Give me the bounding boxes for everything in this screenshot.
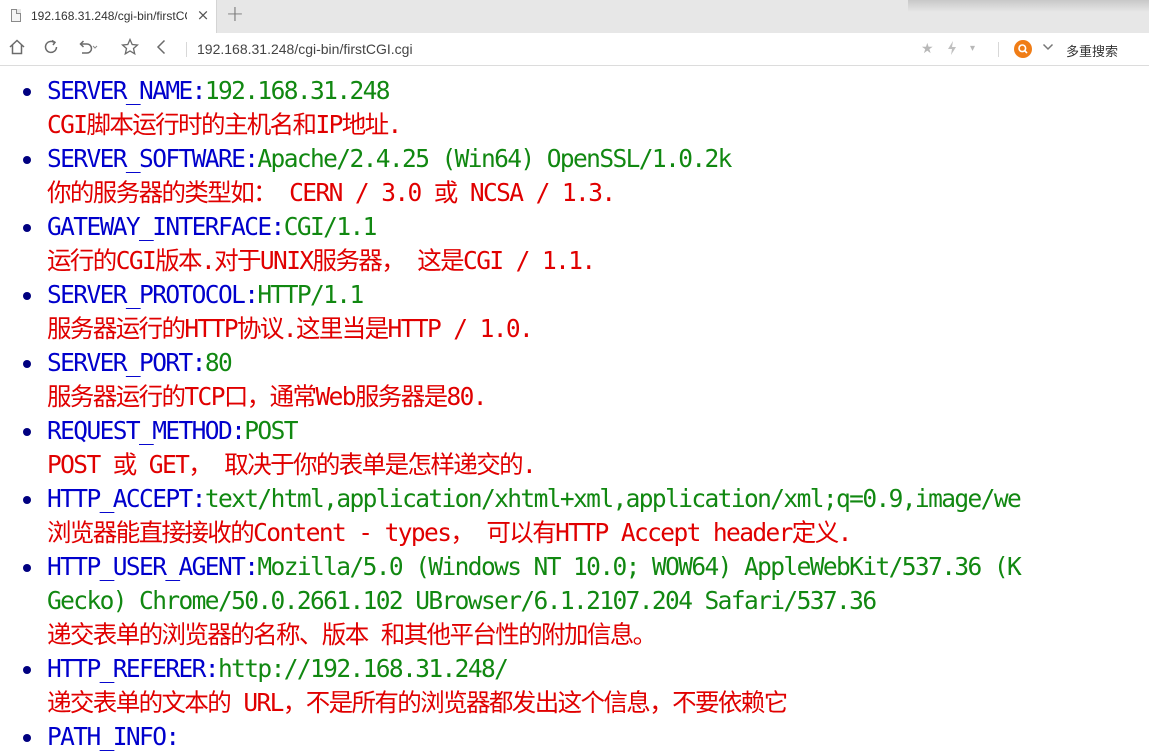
window-edge (908, 0, 1149, 12)
list-item: PATH_INFO: (0, 720, 1149, 754)
chevron-down-icon[interactable]: ▾ (970, 40, 975, 58)
divider (998, 42, 999, 57)
env-value-continued: Gecko) Chrome/50.0.2661.102 UBrowser/6.1… (47, 586, 877, 615)
list-item: HTTP_USER_AGENT:Mozilla/5.0 (Windows NT … (0, 550, 1149, 652)
chevron-down-icon[interactable] (1042, 40, 1054, 58)
divider (186, 42, 187, 57)
search-icon[interactable] (1014, 40, 1032, 58)
bullet (23, 564, 31, 572)
list-item: HTTP_ACCEPT:text/html,application/xhtml+… (0, 482, 1149, 550)
tab-active[interactable]: 192.168.31.248/cgi-bin/firstCGI.cgi × (0, 0, 217, 33)
tab-title: 192.168.31.248/cgi-bin/firstCGI.cgi (31, 9, 187, 23)
star-icon[interactable] (119, 37, 141, 60)
address-bar[interactable]: 192.168.31.248/cgi-bin/firstCGI.cgi (197, 41, 413, 57)
navigation-bar: 192.168.31.248/cgi-bin/firstCGI.cgi ★ ▾ … (0, 33, 1149, 66)
env-description: 运行的CGI版本.对于UNIX服务器， 这是CGI / 1.1. (47, 246, 596, 275)
env-value: HTTP/1.1 (257, 280, 364, 309)
page-icon (11, 9, 21, 22)
env-description: 递交表单的浏览器的名称、版本 和其他平台性的附加信息。 (47, 620, 657, 649)
home-icon[interactable] (6, 38, 28, 60)
env-value: 80 (204, 348, 233, 377)
env-description: 递交表单的文本的 URL，不是所有的浏览器都发出这个信息，不要依赖它 (47, 688, 788, 717)
lightning-icon[interactable] (946, 40, 958, 58)
env-key: HTTP_ACCEPT: (47, 484, 206, 513)
env-value: POST (244, 416, 298, 445)
env-key: SERVER_NAME: (47, 76, 206, 105)
list-item: SERVER_SOFTWARE:Apache/2.4.25 (Win64) Op… (0, 142, 1149, 210)
env-key: HTTP_REFERER: (47, 654, 220, 683)
env-key: GATEWAY_INTERFACE: (47, 212, 285, 241)
env-description: 你的服务器的类型如： CERN / 3.0 或 NCSA / 1.3. (47, 178, 616, 207)
refresh-icon[interactable] (40, 38, 62, 60)
search-engine-label[interactable]: 多重搜索 (1066, 41, 1118, 60)
env-value: http://192.168.31.248/ (217, 654, 509, 683)
list-item: SERVER_PROTOCOL:HTTP/1.1 服务器运行的HTTP协议.这里… (0, 278, 1149, 346)
env-key: SERVER_PORT: (47, 348, 206, 377)
env-value: CGI/1.1 (283, 212, 378, 241)
list-item: REQUEST_METHOD:POST POST 或 GET， 取决于你的表单是… (0, 414, 1149, 482)
bullet (23, 360, 31, 368)
bullet (23, 734, 31, 742)
back-icon[interactable] (151, 38, 173, 60)
bullet (23, 88, 31, 96)
env-description: 服务器运行的HTTP协议.这里当是HTTP / 1.0. (47, 314, 534, 343)
env-key: SERVER_PROTOCOL: (47, 280, 259, 309)
bullet (23, 224, 31, 232)
bullet (23, 428, 31, 436)
env-description: 服务器运行的TCP口，通常Web服务器是80. (47, 382, 488, 411)
list-item: SERVER_PORT:80 服务器运行的TCP口，通常Web服务器是80. (0, 346, 1149, 414)
env-key: SERVER_SOFTWARE: (47, 144, 259, 173)
list-item: HTTP_REFERER:http://192.168.31.248/ 递交表单… (0, 652, 1149, 720)
env-description: CGI脚本运行时的主机名和IP地址. (47, 110, 402, 139)
undo-icon[interactable] (76, 38, 98, 60)
env-key: HTTP_USER_AGENT: (47, 552, 259, 581)
close-tab-icon[interactable]: × (194, 6, 212, 24)
env-value: Mozilla/5.0 (Windows NT 10.0; WOW64) App… (257, 552, 1021, 581)
env-value: text/html,application/xhtml+xml,applicat… (204, 484, 1022, 513)
env-key: PATH_INFO: (47, 722, 180, 751)
bullet (23, 156, 31, 164)
new-tab-icon[interactable]: + (224, 4, 246, 28)
env-description: POST 或 GET， 取决于你的表单是怎样递交的. (47, 450, 537, 479)
env-value: Apache/2.4.25 (Win64) OpenSSL/1.0.2k (257, 144, 732, 173)
page-content: SERVER_NAME:192.168.31.248 CGI脚本运行时的主机名和… (0, 74, 1149, 754)
bullet (23, 666, 31, 674)
bullet (23, 496, 31, 504)
env-value: 192.168.31.248 (204, 76, 391, 105)
bookmark-star-icon[interactable]: ★ (921, 40, 934, 58)
list-item: GATEWAY_INTERFACE:CGI/1.1 运行的CGI版本.对于UNI… (0, 210, 1149, 278)
env-key: REQUEST_METHOD: (47, 416, 246, 445)
env-description: 浏览器能直接接收的Content - types， 可以有HTTP Accept… (47, 518, 852, 547)
tab-strip: 192.168.31.248/cgi-bin/firstCGI.cgi × + (0, 0, 1149, 33)
list-item: SERVER_NAME:192.168.31.248 CGI脚本运行时的主机名和… (0, 74, 1149, 142)
bullet (23, 292, 31, 300)
